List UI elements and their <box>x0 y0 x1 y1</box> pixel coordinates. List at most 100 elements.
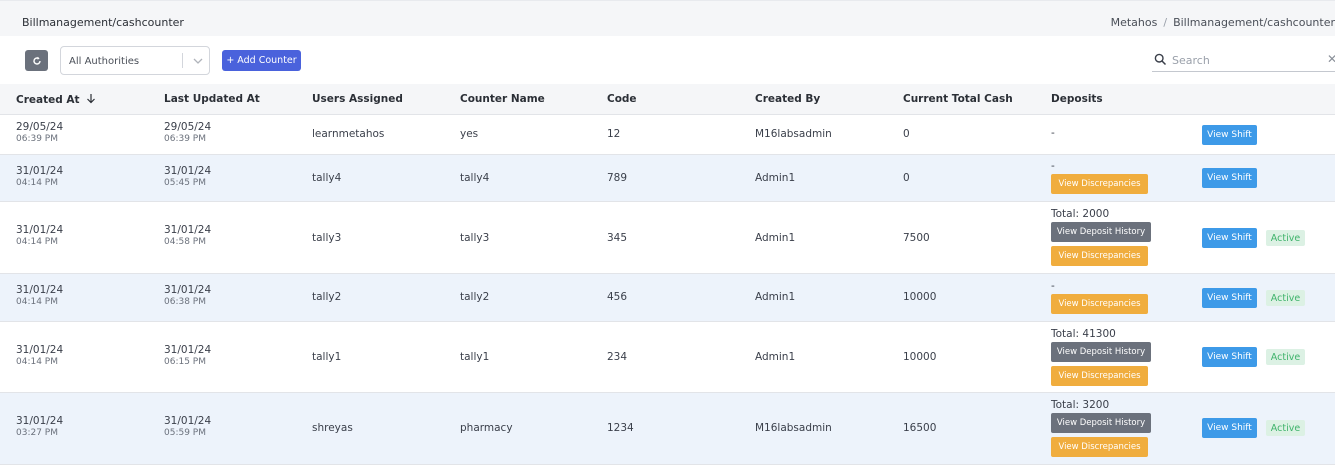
counters-table: Created At Last Updated At Users Assigne… <box>0 84 1335 465</box>
created-time: 04:14 PM <box>16 178 58 188</box>
created-by-cell: Admin1 <box>755 291 796 303</box>
breadcrumb-item-current: Billmanagement/cashcounter <box>1173 16 1335 29</box>
view-deposit-history-button[interactable]: View Deposit History <box>1051 342 1151 362</box>
deposit-text: Total: 41300 <box>1051 328 1116 340</box>
created-date: 31/01/24 <box>16 224 64 236</box>
updated-at-cell: 31/01/24 06:15 PM <box>164 344 211 367</box>
column-header-users-assigned[interactable]: Users Assigned <box>312 93 403 105</box>
view-discrepancies-button[interactable]: View Discrepancies <box>1051 437 1148 457</box>
view-shift-button[interactable]: View Shift <box>1202 418 1257 438</box>
column-header-counter-name[interactable]: Counter Name <box>460 93 545 105</box>
current-total-cash-cell: 0 <box>903 128 910 140</box>
add-counter-button[interactable]: + Add Counter <box>222 50 301 71</box>
column-header-code[interactable]: Code <box>607 93 637 105</box>
created-at-cell: 31/01/24 04:14 PM <box>16 165 63 188</box>
updated-date: 31/01/24 <box>164 224 212 236</box>
column-header-last-updated-at[interactable]: Last Updated At <box>164 93 260 105</box>
updated-time: 04:58 PM <box>164 237 206 247</box>
created-time: 04:14 PM <box>16 297 58 307</box>
refresh-button[interactable] <box>25 50 48 71</box>
current-total-cash-cell: 7500 <box>903 232 930 244</box>
breadcrumb-separator: / <box>1163 16 1168 29</box>
column-header-created-at[interactable]: Created At <box>16 93 96 106</box>
updated-at-cell: 31/01/24 04:58 PM <box>164 224 211 247</box>
breadcrumb: Metahos / Billmanagement/cashcounter <box>1111 16 1335 29</box>
users-assigned-cell: tally3 <box>312 232 342 244</box>
authority-select-value: All Authorities <box>69 56 140 67</box>
code-cell: 345 <box>607 232 628 244</box>
created-at-cell: 31/01/24 04:14 PM <box>16 224 63 247</box>
deposits-cell: Total: 3200 View Deposit History View Di… <box>1051 399 1151 457</box>
created-by-cell: Admin1 <box>755 172 796 184</box>
deposits-cell: - View Discrepancies <box>1051 280 1148 314</box>
counter-name-cell: tally4 <box>460 172 490 184</box>
created-time: 04:14 PM <box>16 357 58 367</box>
created-by-cell: Admin1 <box>755 232 796 244</box>
column-header-created-by[interactable]: Created By <box>755 93 820 105</box>
updated-date: 31/01/24 <box>164 165 212 177</box>
updated-time: 05:59 PM <box>164 428 206 438</box>
created-time: 03:27 PM <box>16 428 58 438</box>
current-total-cash-cell: 10000 <box>903 351 937 363</box>
users-assigned-cell: tally1 <box>312 351 342 363</box>
search-icon <box>1154 53 1167 66</box>
deposit-text: Total: 2000 <box>1051 208 1110 220</box>
updated-time: 05:45 PM <box>164 178 206 188</box>
close-icon[interactable]: ✕ <box>1327 52 1335 66</box>
table-row: 31/01/24 04:14 PM 31/01/24 06:38 PM tally2… <box>0 274 1335 322</box>
updated-time: 06:38 PM <box>164 297 206 307</box>
created-by-cell: M16labsadmin <box>755 128 832 140</box>
updated-at-cell: 31/01/24 05:45 PM <box>164 165 211 188</box>
view-discrepancies-button[interactable]: View Discrepancies <box>1051 366 1148 386</box>
counter-name-cell: pharmacy <box>460 422 513 434</box>
table-row: 31/01/24 04:14 PM 31/01/24 04:58 PM tally3… <box>0 202 1335 274</box>
view-shift-button[interactable]: View Shift <box>1202 125 1257 145</box>
created-date: 31/01/24 <box>16 284 64 296</box>
chevron-down-icon <box>193 58 203 64</box>
created-by-cell: Admin1 <box>755 351 796 363</box>
view-shift-button[interactable]: View Shift <box>1202 168 1257 188</box>
status-badge: Active <box>1266 420 1305 436</box>
deposit-text: Total: 3200 <box>1051 399 1110 411</box>
current-total-cash-cell: 10000 <box>903 291 937 303</box>
plus-icon: + <box>226 55 235 66</box>
updated-at-cell: 29/05/24 06:39 PM <box>164 121 211 144</box>
select-divider <box>182 53 183 68</box>
page-title: Billmanagement/cashcounter <box>22 16 184 29</box>
deposits-cell: - View Discrepancies <box>1051 160 1148 194</box>
breadcrumb-item-home[interactable]: Metahos <box>1111 16 1158 29</box>
view-shift-button[interactable]: View Shift <box>1202 228 1257 248</box>
view-discrepancies-button[interactable]: View Discrepancies <box>1051 294 1148 314</box>
table-row: 31/01/24 04:14 PM 31/01/24 05:45 PM tally4… <box>0 155 1335 202</box>
arrow-down-icon <box>87 94 96 104</box>
view-discrepancies-button[interactable]: View Discrepancies <box>1051 246 1148 266</box>
code-cell: 789 <box>607 172 628 184</box>
view-deposit-history-button[interactable]: View Deposit History <box>1051 222 1151 242</box>
updated-at-cell: 31/01/24 06:38 PM <box>164 284 211 307</box>
view-shift-button[interactable]: View Shift <box>1202 347 1257 367</box>
deposit-text: - <box>1051 160 1055 172</box>
updated-date: 29/05/24 <box>164 121 212 133</box>
created-date: 31/01/24 <box>16 344 64 356</box>
counter-name-cell: tally3 <box>460 232 490 244</box>
authority-select[interactable]: All Authorities <box>60 46 210 75</box>
column-header-deposits[interactable]: Deposits <box>1051 93 1103 105</box>
view-deposit-history-button[interactable]: View Deposit History <box>1051 413 1151 433</box>
created-at-cell: 31/01/24 04:14 PM <box>16 344 63 367</box>
updated-at-cell: 31/01/24 05:59 PM <box>164 415 211 438</box>
created-at-cell: 29/05/24 06:39 PM <box>16 121 63 144</box>
column-header-current-total-cash[interactable]: Current Total Cash <box>903 93 1013 105</box>
view-discrepancies-button[interactable]: View Discrepancies <box>1051 174 1148 194</box>
current-total-cash-cell: 16500 <box>903 422 937 434</box>
search-input[interactable] <box>1172 50 1312 70</box>
code-cell: 456 <box>607 291 628 303</box>
table-row: 29/05/24 06:39 PM 29/05/24 06:39 PM learnm… <box>0 115 1335 155</box>
counter-name-cell: tally2 <box>460 291 490 303</box>
view-shift-button[interactable]: View Shift <box>1202 288 1257 308</box>
code-cell: 12 <box>607 128 621 140</box>
created-at-cell: 31/01/24 04:14 PM <box>16 284 63 307</box>
users-assigned-cell: shreyas <box>312 422 353 434</box>
search-box: ✕ <box>1152 48 1335 72</box>
code-cell: 1234 <box>607 422 634 434</box>
current-total-cash-cell: 0 <box>903 172 910 184</box>
